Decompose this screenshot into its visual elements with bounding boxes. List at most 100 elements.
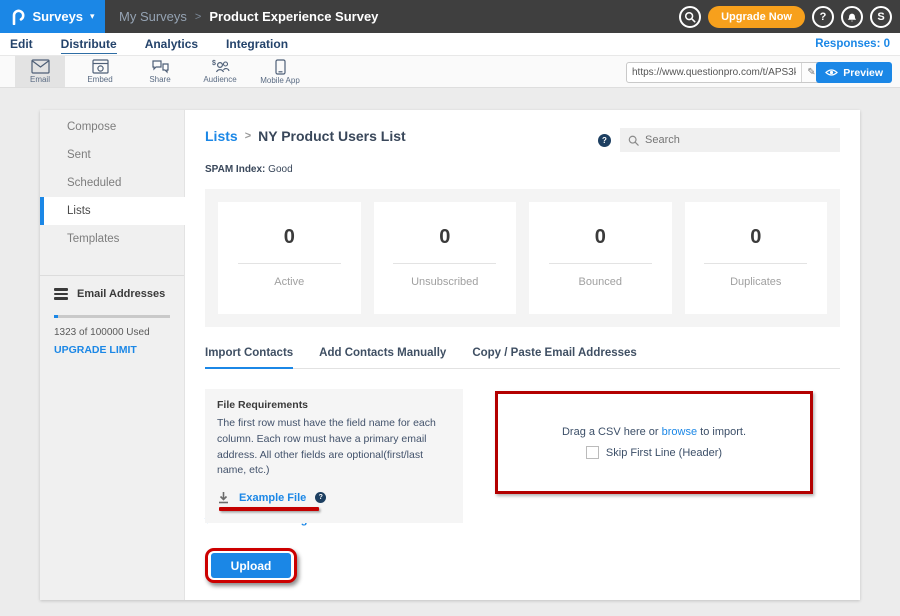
dropzone-text-after: to import. xyxy=(697,426,746,438)
distribute-toolbar: Email Embed Share $ Audience Mobile App … xyxy=(0,55,900,88)
tab-import-contacts[interactable]: Import Contacts xyxy=(205,347,293,369)
import-contacts-panel: File Requirements The first row must hav… xyxy=(205,389,840,499)
notifications-bell-icon[interactable] xyxy=(841,6,863,28)
search-icon xyxy=(628,135,639,146)
method-audience[interactable]: $ Audience xyxy=(195,56,245,87)
method-label: Email xyxy=(30,75,50,84)
method-email[interactable]: Email xyxy=(15,56,65,87)
list-icon xyxy=(54,288,68,300)
avatar[interactable]: S xyxy=(870,6,892,28)
nav-distribute[interactable]: Distribute xyxy=(61,35,117,54)
upload-button[interactable]: Upload xyxy=(211,553,291,578)
skip-first-line-label: Skip First Line (Header) xyxy=(606,447,722,459)
help-icon[interactable]: ? xyxy=(315,492,326,503)
method-mobile-app[interactable]: Mobile App xyxy=(255,56,305,87)
stat-card-unsubscribed[interactable]: 0 Unsubscribed xyxy=(374,202,517,314)
audience-people-icon: $ xyxy=(211,59,230,74)
breadcrumb-lists-link[interactable]: Lists xyxy=(205,128,238,144)
stat-value: 0 xyxy=(218,226,361,249)
breadcrumb-separator: > xyxy=(195,11,201,23)
email-distribution-panel: Compose Sent Scheduled Lists Templates E… xyxy=(40,110,860,600)
sidebar-item-templates[interactable]: Templates xyxy=(40,225,184,253)
method-label: Share xyxy=(149,75,170,84)
product-label: Surveys xyxy=(32,9,83,24)
stat-label: Duplicates xyxy=(685,276,828,288)
survey-url-field: ✎ xyxy=(626,62,822,83)
email-sidebar: Compose Sent Scheduled Lists Templates E… xyxy=(40,110,185,600)
method-share[interactable]: Share xyxy=(135,56,185,87)
questionpro-app: Surveys ▾ My Surveys > Product Experienc… xyxy=(0,0,900,616)
search-input[interactable] xyxy=(645,134,832,146)
skip-first-line-checkbox[interactable] xyxy=(586,446,599,459)
dropzone-instruction: Drag a CSV here or browse to import. xyxy=(562,426,746,438)
stat-label: Bounced xyxy=(529,276,672,288)
usage-progress-bar xyxy=(54,315,170,318)
search-icon[interactable] xyxy=(679,6,701,28)
survey-nav: Edit Distribute Analytics Integration Re… xyxy=(0,33,900,55)
stat-value: 0 xyxy=(374,226,517,249)
red-annotation-underline xyxy=(219,507,319,511)
sidebar-item-lists[interactable]: Lists xyxy=(40,197,186,225)
method-label: Mobile App xyxy=(260,76,300,85)
upgrade-now-button[interactable]: Upgrade Now xyxy=(708,6,805,28)
help-icon[interactable]: ? xyxy=(598,134,611,147)
example-file-row: Example File ? xyxy=(217,491,451,504)
stat-value: 0 xyxy=(685,226,828,249)
file-requirements-body: The first row must have the field name f… xyxy=(217,416,451,479)
sidebar-item-sent[interactable]: Sent xyxy=(40,141,184,169)
help-icon[interactable]: ? xyxy=(812,6,834,28)
stat-value: 0 xyxy=(529,226,672,249)
browse-link[interactable]: browse xyxy=(662,426,697,438)
file-requirements-title: File Requirements xyxy=(217,399,451,411)
spam-index-label: SPAM Index: xyxy=(205,164,265,175)
contacts-tabs: Import Contacts Add Contacts Manually Co… xyxy=(205,347,840,369)
red-annotation-box: Upload xyxy=(205,548,297,583)
mobile-phone-icon xyxy=(275,59,286,75)
nav-edit[interactable]: Edit xyxy=(10,35,33,53)
email-envelope-icon xyxy=(31,59,50,74)
tab-add-contacts-manually[interactable]: Add Contacts Manually xyxy=(319,347,446,368)
upgrade-limit-link[interactable]: UPGRADE LIMIT xyxy=(54,344,170,356)
top-header-bar: Surveys ▾ My Surveys > Product Experienc… xyxy=(0,0,900,33)
method-label: Audience xyxy=(203,75,236,84)
sidebar-item-compose[interactable]: Compose xyxy=(40,113,184,141)
sidebar-item-scheduled[interactable]: Scheduled xyxy=(40,169,184,197)
divider xyxy=(704,263,807,264)
dropzone-text-before: Drag a CSV here or xyxy=(562,426,662,438)
eye-icon xyxy=(825,68,838,77)
stat-card-duplicates[interactable]: 0 Duplicates xyxy=(685,202,828,314)
chevron-down-icon: ▾ xyxy=(90,11,95,22)
nav-integration[interactable]: Integration xyxy=(226,35,288,53)
spam-index: SPAM Index: Good xyxy=(205,164,840,175)
share-bubbles-icon xyxy=(151,59,169,74)
responses-count[interactable]: Responses: 0 xyxy=(815,38,890,50)
preview-button[interactable]: Preview xyxy=(816,62,892,83)
divider xyxy=(238,263,341,264)
divider xyxy=(549,263,652,264)
divider xyxy=(393,263,496,264)
stat-card-bounced[interactable]: 0 Bounced xyxy=(529,202,672,314)
breadcrumb-my-surveys[interactable]: My Surveys xyxy=(119,9,187,24)
product-switcher[interactable]: Surveys ▾ xyxy=(0,0,105,33)
email-addresses-label: Email Addresses xyxy=(77,288,165,300)
list-detail-main: Lists > NY Product Users List ? SPAM Ind… xyxy=(185,110,860,600)
example-file-link[interactable]: Example File xyxy=(239,492,306,504)
spam-index-value: Good xyxy=(268,164,292,175)
survey-url-input[interactable] xyxy=(627,67,801,78)
breadcrumb: My Surveys > Product Experience Survey xyxy=(119,9,378,24)
csv-dropzone-annotated[interactable]: Drag a CSV here or browse to import. Ski… xyxy=(495,391,813,494)
email-sidebar-items: Compose Sent Scheduled Lists Templates xyxy=(40,110,184,253)
list-name: NY Product Users List xyxy=(258,128,406,144)
tab-copy-paste-email-addresses[interactable]: Copy / Paste Email Addresses xyxy=(472,347,636,368)
contact-search-box[interactable] xyxy=(620,128,840,152)
nav-analytics[interactable]: Analytics xyxy=(145,35,198,53)
file-requirements-box: File Requirements The first row must hav… xyxy=(205,389,463,523)
list-stats-strip: 0 Active 0 Unsubscribed 0 Bounced 0 xyxy=(205,189,840,327)
header-actions: Upgrade Now ? S xyxy=(679,0,892,33)
questionpro-logo-icon xyxy=(10,8,25,25)
embed-window-icon xyxy=(92,59,109,74)
page-title: Product Experience Survey xyxy=(209,9,378,24)
method-embed[interactable]: Embed xyxy=(75,56,125,87)
stat-card-active[interactable]: 0 Active xyxy=(218,202,361,314)
preview-label: Preview xyxy=(843,67,883,79)
